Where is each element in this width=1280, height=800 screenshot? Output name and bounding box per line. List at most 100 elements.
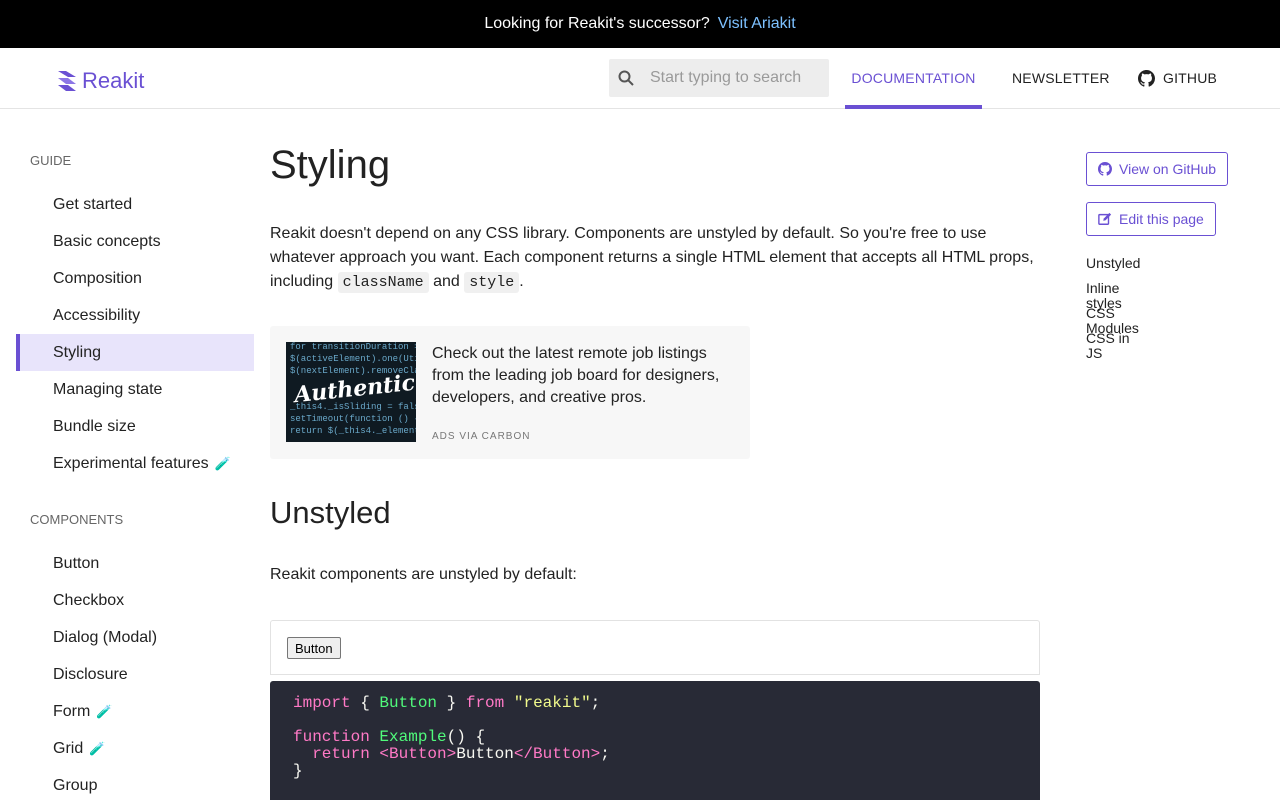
code-token: Button (379, 694, 438, 712)
search-input[interactable] (650, 69, 825, 87)
sidebar-item-label: Accessibility (53, 306, 141, 324)
flask-icon: 🧪 (89, 740, 106, 756)
toc-item-unstyled[interactable]: Unstyled (1086, 256, 1140, 281)
sidebar-item-label: Get started (53, 195, 133, 213)
sidebar-item-label: Button (53, 554, 100, 572)
sidebar-item-label: Composition (53, 269, 142, 287)
toc-item-css-modules[interactable]: CSS Modules (1086, 306, 1140, 336)
nav-newsletter[interactable]: NEWSLETTER (1012, 48, 1110, 108)
code-token: return (293, 745, 370, 763)
sidebar-item-label: Dialog (Modal) (53, 628, 158, 646)
toc-item-inline-styles[interactable]: Inline styles (1086, 281, 1140, 311)
demo-button[interactable]: Button (287, 637, 341, 659)
sidebar-item-styling[interactable]: Styling (16, 334, 254, 371)
inline-code-style: style (464, 272, 520, 293)
sidebar-item-grid[interactable]: Grid 🧪 (16, 730, 254, 767)
sidebar-item-dialog[interactable]: Dialog (Modal) (16, 619, 254, 656)
section-heading-unstyled: Unstyled (270, 495, 391, 530)
sidebar-item-label: Checkbox (53, 591, 125, 609)
github-icon (1138, 69, 1155, 87)
ad-image-decoration: for transitionDuration = $this (290, 342, 416, 352)
code-token: { (350, 694, 380, 712)
carbon-ad[interactable]: for transitionDuration = $this $(activeE… (270, 326, 750, 459)
code-token: Button (456, 745, 514, 763)
sidebar-item-label: Form (53, 702, 91, 720)
banner-text: Looking for Reakit's successor? (484, 15, 710, 32)
sidebar-item-label: Disclosure (53, 665, 128, 683)
ads-via-carbon-link[interactable]: ADS VIA CARBON (432, 431, 530, 442)
code-token: <Button> (379, 745, 457, 763)
sidebar-item-managing-state[interactable]: Managing state (16, 371, 254, 408)
intro-text: . (519, 273, 524, 290)
page-title: Styling (270, 143, 391, 187)
code-token: "reakit" (513, 694, 591, 712)
code-token: </Button> (513, 745, 601, 763)
sidebar-item-bundle-size[interactable]: Bundle size (16, 408, 254, 445)
sidebar: GUIDE Get started Basic concepts Composi… (16, 109, 254, 800)
sidebar-item-experimental-features[interactable]: Experimental features 🧪 (16, 445, 254, 482)
code-token: } (293, 762, 303, 780)
sidebar-item-label: Basic concepts (53, 232, 161, 250)
sidebar-item-group[interactable]: Group (16, 767, 254, 800)
sidebar-section-components: COMPONENTS (30, 512, 124, 527)
nav-github[interactable]: GITHUB (1138, 48, 1217, 108)
code-token: ; (590, 694, 601, 712)
code-token: Example (379, 728, 447, 746)
ad-image[interactable]: for transitionDuration = $this $(activeE… (286, 342, 416, 442)
reakit-logo-icon (58, 71, 76, 91)
code-line: } (293, 763, 1017, 780)
flask-icon: 🧪 (214, 455, 231, 471)
code-line: import { Button } from "reakit"; (293, 695, 1017, 712)
code-block[interactable]: import { Button } from "reakit"; functio… (270, 681, 1040, 800)
search-box[interactable] (609, 59, 829, 97)
view-on-github-label: View on GitHub (1119, 161, 1217, 177)
sidebar-item-label: Experimental features (53, 454, 209, 472)
example-preview: Button (270, 620, 1040, 675)
sidebar-item-button[interactable]: Button (16, 545, 254, 582)
inline-code-classname: className (337, 272, 429, 293)
top-banner: Looking for Reakit's successor? Visit Ar… (0, 0, 1280, 48)
code-token: () { (446, 728, 486, 746)
code-token: import (293, 694, 351, 712)
sidebar-item-disclosure[interactable]: Disclosure (16, 656, 254, 693)
search-icon (618, 70, 638, 86)
sidebar-item-form[interactable]: Form 🧪 (16, 693, 254, 730)
sidebar-guide-list: Get started Basic concepts Composition A… (16, 186, 254, 482)
view-on-github-button[interactable]: View on GitHub (1086, 152, 1229, 186)
table-of-contents: Unstyled Inline styles CSS Modules CSS i… (1086, 256, 1140, 361)
sidebar-item-checkbox[interactable]: Checkbox (16, 582, 254, 619)
section-paragraph: Reakit components are unstyled by defaul… (270, 566, 577, 583)
site-header: Reakit DOCUMENTATION NEWSLETTER GITHUB (0, 48, 1280, 109)
intro-text: and (428, 273, 465, 290)
code-token: ; (600, 745, 610, 763)
sidebar-item-accessibility[interactable]: Accessibility (16, 297, 254, 334)
edit-icon (1098, 212, 1112, 225)
ad-image-decoration: $(activeElement).one(Util.TR (290, 354, 416, 364)
sidebar-components-list: Button Checkbox Dialog (Modal) Disclosur… (16, 545, 254, 800)
flask-icon: 🧪 (96, 703, 113, 719)
sidebar-item-label: Bundle size (53, 417, 136, 435)
intro-paragraph: Reakit doesn't depend on any CSS library… (270, 222, 1040, 295)
nav-github-label: GITHUB (1163, 70, 1218, 86)
github-icon (1098, 162, 1112, 176)
sidebar-section-guide: GUIDE (30, 153, 72, 168)
sidebar-item-get-started[interactable]: Get started (16, 186, 254, 223)
code-token: from (465, 694, 505, 712)
nav-documentation[interactable]: DOCUMENTATION (845, 48, 982, 109)
sidebar-item-label: Managing state (53, 380, 163, 398)
sidebar-item-basic-concepts[interactable]: Basic concepts (16, 223, 254, 260)
code-line: return <Button>Button</Button>; (293, 746, 1017, 763)
code-token: } (437, 694, 466, 712)
edit-page-button[interactable]: Edit this page (1086, 202, 1216, 236)
sidebar-item-composition[interactable]: Composition (16, 260, 254, 297)
ad-text[interactable]: Check out the latest remote job listings… (432, 343, 732, 409)
code-line: function Example() { (293, 729, 1017, 746)
code-token: function (293, 728, 370, 746)
visit-ariakit-link[interactable]: Visit Ariakit (718, 15, 796, 33)
ad-image-decoration: setTimeout(function () { (290, 414, 416, 424)
sidebar-item-label: Styling (53, 343, 102, 361)
reakit-logo[interactable]: Reakit (56, 68, 144, 94)
sidebar-item-label: Group (53, 776, 98, 794)
sidebar-item-label: Grid (53, 739, 84, 757)
